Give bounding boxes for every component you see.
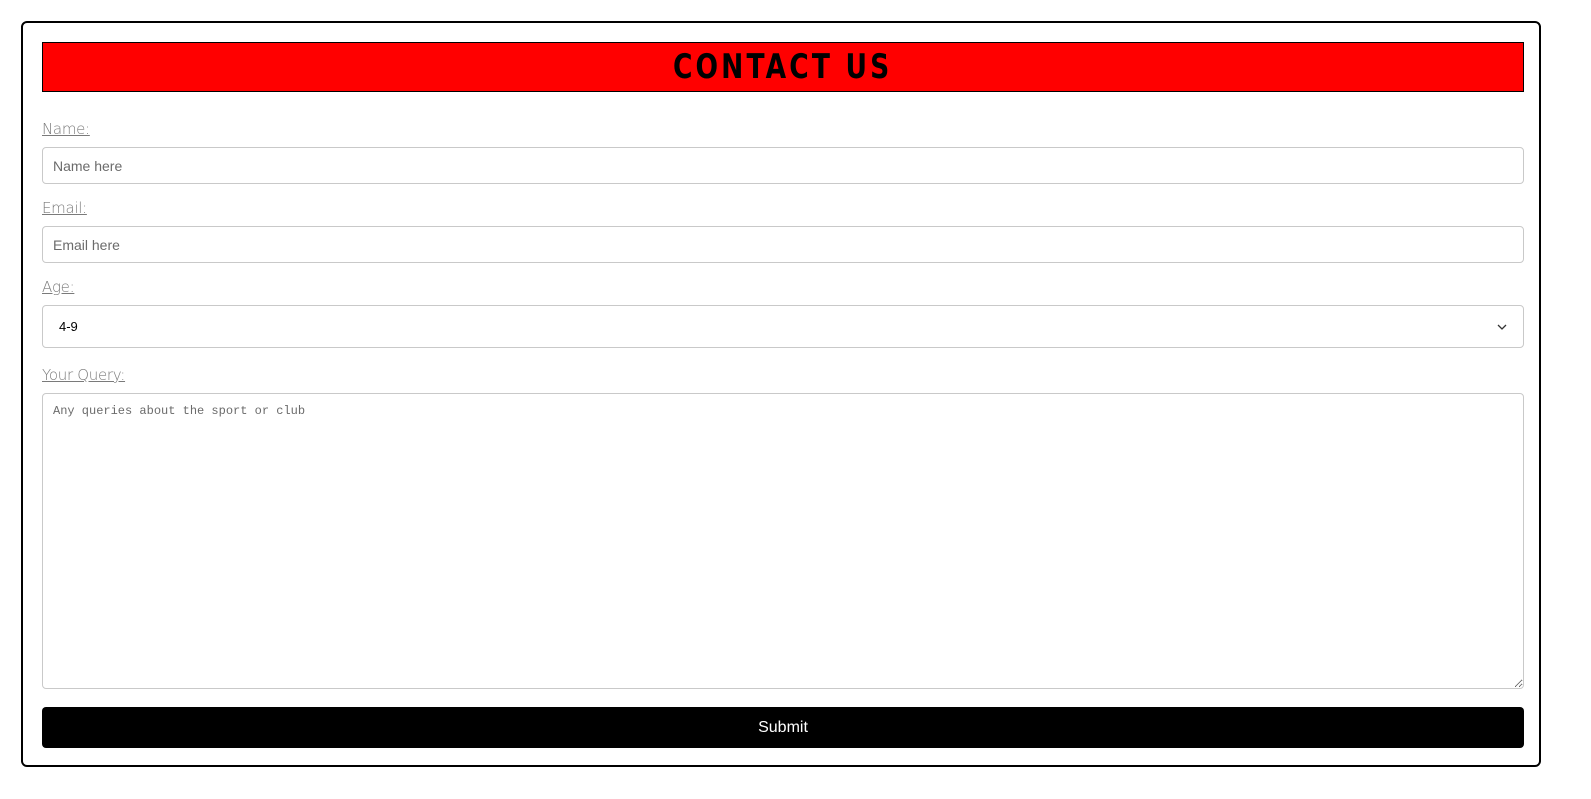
email-input[interactable] (42, 226, 1524, 263)
query-textarea[interactable] (42, 393, 1524, 689)
chevron-down-icon (1497, 322, 1507, 332)
name-label: Name: (42, 120, 90, 138)
query-label: Your Query: (42, 366, 126, 384)
age-label: Age: (42, 278, 75, 296)
name-input[interactable] (42, 147, 1524, 184)
age-select-value: 4-9 (59, 319, 78, 334)
email-label: Email: (42, 199, 87, 217)
page-title: CONTACT US (673, 47, 893, 87)
age-select[interactable]: 4-9 (42, 305, 1524, 348)
contact-form-card: CONTACT US Name: Email: Age: 4-9 Your Qu… (21, 21, 1541, 767)
submit-button[interactable]: Submit (42, 707, 1524, 748)
title-banner: CONTACT US (42, 42, 1524, 92)
